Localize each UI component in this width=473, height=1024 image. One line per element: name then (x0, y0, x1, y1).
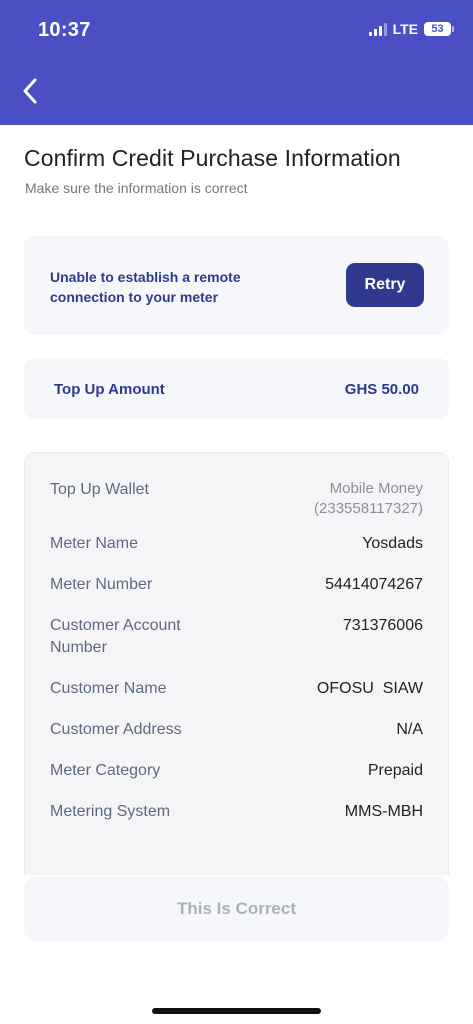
app-header: 10:37 LTE 53 (0, 0, 473, 125)
detail-label: Customer Name (50, 680, 167, 697)
top-up-amount-value: GHS 50.00 (344, 381, 419, 398)
top-up-amount-card: Top Up Amount GHS 50.00 (24, 358, 449, 419)
battery-icon: 53 (424, 22, 454, 36)
detail-value: OFOSU SIAW (316, 680, 423, 697)
detail-label: Meter Number (50, 576, 153, 593)
detail-value: Prepaid (367, 762, 423, 779)
detail-row-customer-account-number: Customer Account Number 731376006 (50, 615, 423, 659)
detail-value: Yosdads (362, 535, 423, 552)
detail-row-customer-address: Customer Address N/A (50, 719, 423, 741)
top-up-amount-label: Top Up Amount (54, 381, 165, 398)
connection-error-card: Unable to establish a remote connection … (24, 236, 449, 335)
detail-row-customer-name: Customer Name OFOSU SIAW (50, 678, 423, 700)
detail-label: Customer Account Number (50, 615, 181, 659)
error-message: Unable to establish a remote connection … (50, 269, 241, 305)
retry-button[interactable]: Retry (346, 263, 424, 307)
status-indicators: LTE 53 (368, 21, 454, 37)
detail-label: Metering System (50, 803, 171, 820)
detail-row-top-up-wallet: Top Up Wallet Mobile Money (233558117327… (50, 479, 423, 523)
detail-label: Meter Category (50, 762, 161, 779)
detail-label-line: Number (50, 639, 107, 656)
detail-row-metering-system: Metering System MMS-MBH (50, 801, 423, 823)
wallet-number: (233558117327) (314, 500, 423, 517)
home-indicator (152, 1008, 321, 1014)
wallet-type: Mobile Money (329, 480, 423, 497)
page-subtitle: Make sure the information is correct (25, 180, 248, 196)
chevron-left-icon (23, 78, 37, 104)
back-button[interactable] (22, 76, 48, 106)
detail-value: 731376006 (342, 617, 423, 634)
page-title: Confirm Credit Purchase Information (24, 145, 401, 171)
detail-row-meter-category: Meter Category Prepaid (50, 760, 423, 782)
purchase-details-card: Top Up Wallet Mobile Money (233558117327… (24, 452, 449, 922)
detail-row-meter-number: Meter Number 54414074267 (50, 574, 423, 596)
detail-label: Customer Address (50, 721, 182, 738)
detail-label: Top Up Wallet (50, 481, 149, 498)
signal-icon (368, 22, 387, 36)
detail-label-line: Customer Account (50, 617, 181, 634)
confirm-button[interactable]: This Is Correct (24, 877, 449, 941)
detail-value: 54414074267 (325, 576, 423, 593)
detail-value: N/A (396, 721, 423, 738)
status-time: 10:37 (38, 19, 91, 41)
detail-value: Mobile Money (233558117327) (314, 479, 423, 519)
detail-value: MMS-MBH (344, 803, 423, 820)
network-type: LTE (392, 21, 418, 37)
detail-label: Meter Name (50, 535, 139, 552)
detail-row-meter-name: Meter Name Yosdads (50, 533, 423, 555)
